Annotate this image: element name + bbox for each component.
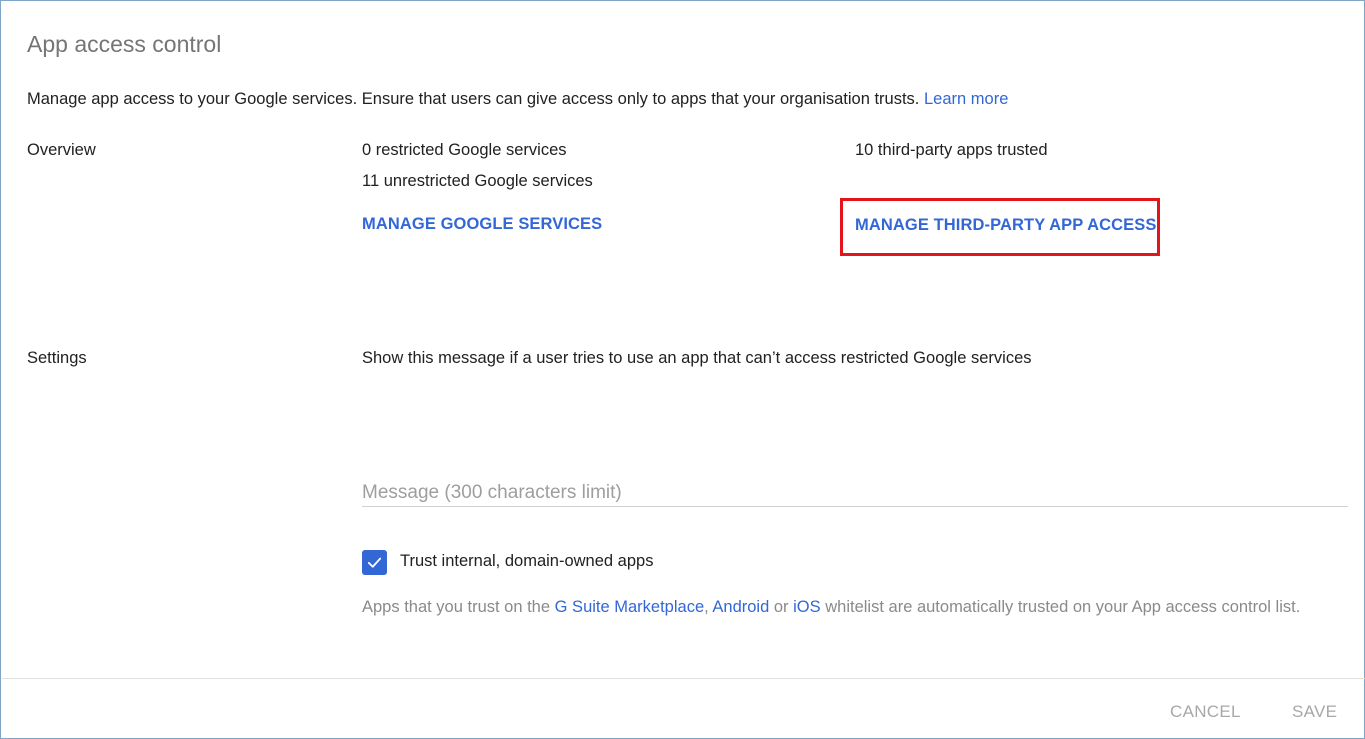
trust-helper-text: Apps that you trust on the G Suite Marke… [362,597,1342,618]
save-button[interactable]: SAVE [1292,702,1337,722]
settings-description: Show this message if a user tries to use… [362,349,1032,367]
settings-label: Settings [27,349,87,367]
checkmark-icon [367,557,382,568]
unrestricted-services-count: 11 unrestricted Google services [362,172,593,190]
learn-more-link[interactable]: Learn more [924,90,1008,108]
third-party-apps-trusted-count: 10 third-party apps trusted [855,141,1048,159]
helper-prefix: Apps that you trust on the [362,598,551,616]
g-suite-marketplace-link[interactable]: G Suite Marketplace [555,598,704,616]
trust-internal-apps-checkbox[interactable] [362,550,387,575]
ios-link[interactable]: iOS [793,598,821,616]
overview-label: Overview [27,141,96,159]
helper-separator-or: or [773,598,789,616]
helper-separator-comma: , [704,598,709,616]
page-title: App access control [27,31,222,57]
intro-description: Manage app access to your Google service… [27,90,920,108]
app-access-control-panel: App access control Manage app access to … [0,0,1365,739]
trust-internal-apps-label: Trust internal, domain-owned apps [400,552,654,570]
manage-google-services-button[interactable]: MANAGE GOOGLE SERVICES [362,215,602,234]
restricted-services-count: 0 restricted Google services [362,141,567,159]
manage-third-party-app-access-button[interactable]: MANAGE THIRD-PARTY APP ACCESS [855,216,1156,235]
helper-suffix: whitelist are automatically trusted on y… [825,598,1301,616]
android-link[interactable]: Android [712,598,769,616]
intro-text: Manage app access to your Google service… [27,90,1008,109]
footer-divider [2,678,1365,679]
message-input[interactable] [362,479,1348,507]
cancel-button[interactable]: CANCEL [1170,702,1241,722]
